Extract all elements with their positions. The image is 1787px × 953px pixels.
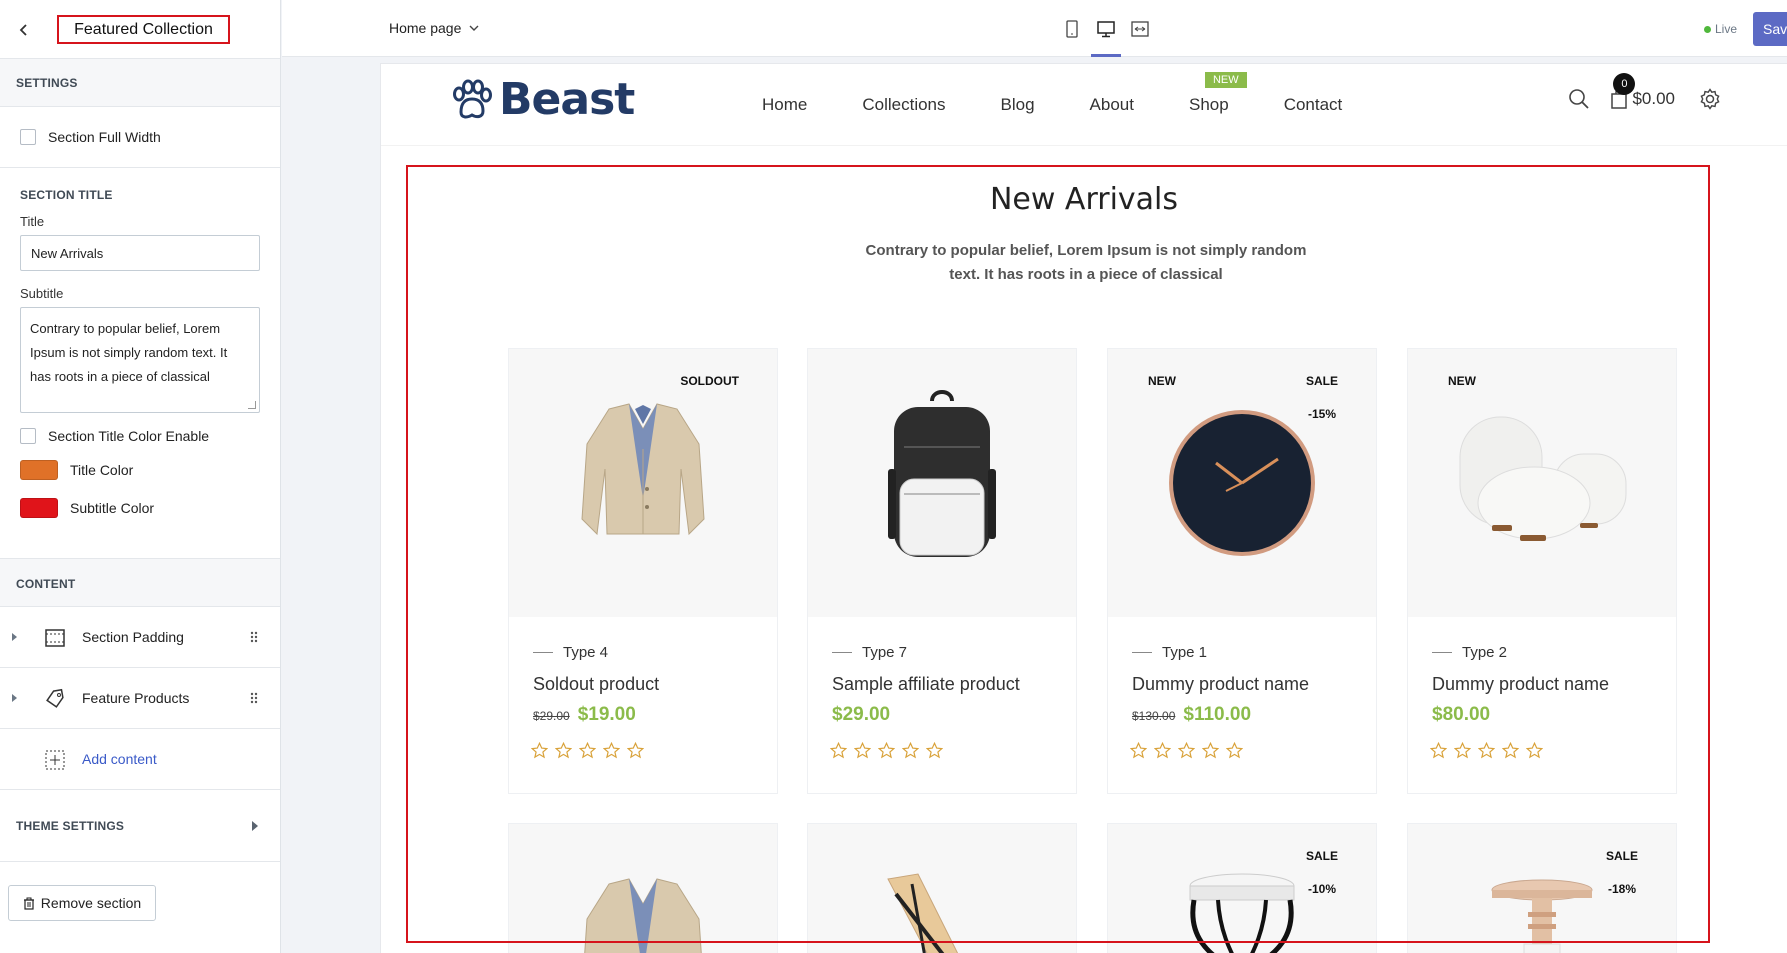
add-content-label: Add content <box>82 751 157 767</box>
store-logo[interactable]: Beast <box>449 74 635 125</box>
settings-heading: SETTINGS <box>0 59 280 107</box>
remove-section-button[interactable]: Remove section <box>8 885 156 921</box>
remove-section-label: Remove section <box>40 895 142 911</box>
fullwidth-view-button[interactable] <box>1125 0 1155 57</box>
main-nav: Home Collections Blog About NEW Shop Con… <box>762 72 1397 115</box>
add-content-button[interactable]: Add content <box>0 729 280 790</box>
title-color-label: Title Color <box>70 462 134 478</box>
editor-topbar: Home page Live Save <box>282 0 1787 57</box>
chevron-down-icon <box>469 25 479 31</box>
save-button[interactable]: Save <box>1753 12 1787 46</box>
title-color-row[interactable]: Title Color <box>20 460 260 480</box>
nav-collections[interactable]: Collections <box>862 95 945 115</box>
subtitle-color-label: Subtitle Color <box>70 500 155 516</box>
theme-settings-toggle[interactable]: THEME SETTINGS <box>0 790 280 862</box>
nav-about[interactable]: About <box>1090 95 1134 115</box>
cart-total: $0.00 <box>1632 89 1675 108</box>
live-dot-icon <box>1703 25 1711 33</box>
back-button[interactable] <box>12 18 36 42</box>
header-actions: 0 $0.00 <box>1568 73 1721 110</box>
drag-handle-icon[interactable] <box>250 692 258 704</box>
title-input[interactable]: New Arrivals <box>20 235 260 271</box>
mobile-icon <box>1066 19 1078 38</box>
content-item-feature-products[interactable]: Feature Products <box>0 668 280 729</box>
store-header: Beast Home Collections Blog About NEW Sh… <box>381 64 1787 146</box>
caret-right-icon <box>252 820 258 831</box>
nav-blog[interactable]: Blog <box>1001 95 1035 115</box>
resize-grip-icon[interactable] <box>248 401 256 409</box>
add-block-icon <box>45 750 65 770</box>
theme-settings-label: THEME SETTINGS <box>16 818 125 833</box>
subtitle-color-row[interactable]: Subtitle Color <box>20 498 260 518</box>
title-color-enable-row[interactable]: Section Title Color Enable <box>20 428 260 444</box>
content-item-label: Feature Products <box>82 690 190 706</box>
subtitle-color-swatch[interactable] <box>20 498 58 518</box>
gear-icon[interactable] <box>1699 88 1721 110</box>
section-full-width-checkbox[interactable] <box>20 129 36 145</box>
chevron-left-icon <box>19 24 27 36</box>
section-full-width-label: Section Full Width <box>48 129 161 145</box>
nav-home[interactable]: Home <box>762 95 807 115</box>
live-label: Live <box>1714 22 1737 36</box>
content-item-label: Section Padding <box>82 629 184 645</box>
title-color-swatch[interactable] <box>20 460 58 480</box>
section-title-heading: SECTION TITLE <box>20 188 113 202</box>
editor-sidebar: Featured Collection SETTINGS Section Ful… <box>0 0 281 953</box>
desktop-icon <box>1097 20 1115 37</box>
logo-text: Beast <box>499 74 635 125</box>
mobile-view-button[interactable] <box>1057 0 1087 57</box>
nav-shop-label: Shop <box>1188 95 1229 114</box>
store-preview: Beast Home Collections Blog About NEW Sh… <box>381 64 1787 953</box>
nav-contact[interactable]: Contact <box>1284 95 1343 115</box>
search-icon[interactable] <box>1568 88 1590 110</box>
content-item-section-padding[interactable]: Section Padding <box>0 607 280 668</box>
live-status: Live <box>1703 22 1737 36</box>
cart-button[interactable]: 0 $0.00 <box>1610 73 1675 110</box>
page-select-label: Home page <box>389 20 462 36</box>
title-label: Title <box>20 214 45 229</box>
subtitle-text: Contrary to popular belief, Lorem Ipsum … <box>30 321 228 384</box>
sidebar-header: Featured Collection <box>0 0 280 59</box>
nav-new-badge: NEW <box>1204 72 1247 88</box>
title-color-enable-label: Section Title Color Enable <box>48 428 210 444</box>
caret-right-icon[interactable] <box>12 694 17 702</box>
tag-icon <box>46 688 64 708</box>
paw-logo-icon <box>453 79 492 118</box>
drag-handle-icon[interactable] <box>250 631 258 643</box>
section-name-title: Featured Collection <box>57 15 230 44</box>
padding-icon <box>45 629 65 647</box>
subtitle-textarea[interactable]: Contrary to popular belief, Lorem Ipsum … <box>20 307 260 413</box>
page-selector[interactable]: Home page <box>389 20 479 36</box>
section-title-settings: SECTION TITLE Title New Arrivals Subtitl… <box>0 168 280 559</box>
subtitle-label: Subtitle <box>20 286 64 301</box>
trash-icon <box>23 897 34 910</box>
fullwidth-icon <box>1131 20 1149 37</box>
device-switcher <box>1057 0 1159 57</box>
section-full-width-row[interactable]: Section Full Width <box>0 107 280 168</box>
selected-section-outline <box>406 165 1710 943</box>
title-color-enable-checkbox[interactable] <box>20 428 36 444</box>
desktop-view-button[interactable] <box>1091 0 1121 57</box>
content-heading: CONTENT <box>0 559 280 607</box>
nav-shop[interactable]: NEW Shop <box>1188 72 1247 115</box>
caret-right-icon[interactable] <box>12 633 17 641</box>
